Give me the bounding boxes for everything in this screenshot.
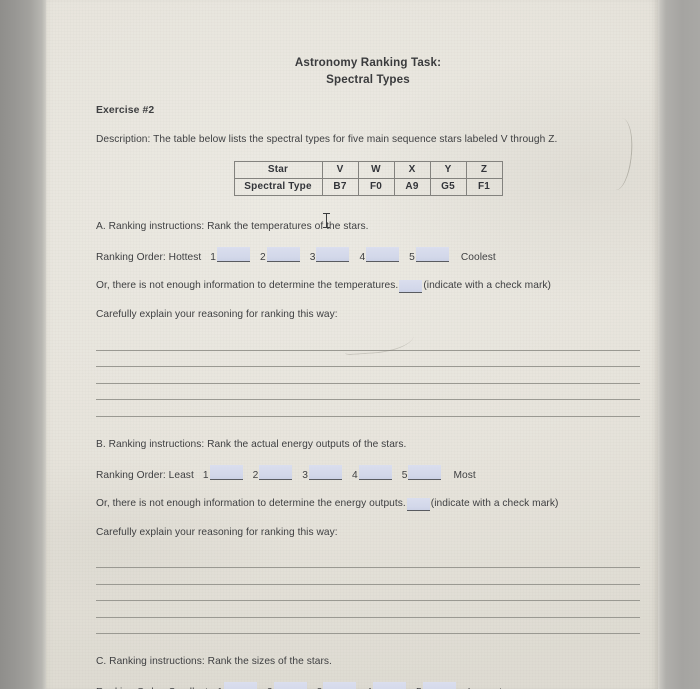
section-a-blank-5[interactable]	[415, 247, 449, 262]
cell-type-z: F1	[465, 178, 503, 196]
title-line-1: Astronomy Ranking Task:	[294, 56, 442, 69]
section-a: A. Ranking instructions: Rank the temper…	[96, 221, 640, 417]
section-b-blank-1[interactable]	[209, 464, 243, 480]
section-b-blank-2[interactable]	[259, 464, 293, 480]
answer-line[interactable]	[96, 351, 640, 367]
section-b-checkmark-blank[interactable]	[406, 497, 430, 511]
section-c: C. Ranking instructions: Rank the sizes …	[96, 656, 640, 689]
page-title: Astronomy Ranking Task: Spectral Types	[96, 0, 640, 88]
section-a-explain-prompt: Carefully explain your reasoning for ran…	[96, 309, 338, 320]
spectral-table-wrapper: Star V W X Y Z Spectral Type B7 F0 A9 G5…	[96, 161, 640, 196]
answer-line[interactable]	[96, 552, 640, 568]
section-c-blank-4[interactable]	[373, 682, 406, 689]
rank-number-5: 5	[401, 469, 408, 481]
section-a-checkmark-hint: (indicate with a check mark)	[423, 280, 551, 291]
section-b-notenough-text: Or, there is not enough information to d…	[96, 497, 406, 509]
exercise-label: Exercise #2	[96, 105, 155, 116]
answer-line[interactable]	[96, 601, 640, 618]
section-b-explain-prompt: Carefully explain your reasoning for ran…	[96, 526, 338, 538]
cell-star-w: W	[357, 161, 395, 179]
rank-number-3: 3	[302, 469, 308, 481]
section-b-blank-3[interactable]	[309, 464, 342, 480]
section-a-answer-lines[interactable]	[96, 334, 640, 417]
rank-number-5: 5	[409, 252, 415, 263]
worksheet-page: Astronomy Ranking Task: Spectral Types E…	[46, 0, 658, 689]
cell-type-w: F0	[357, 178, 395, 196]
row-header-star: Star	[233, 161, 323, 179]
section-c-blank-3[interactable]	[323, 682, 357, 689]
table-row: Star V W X Y Z	[233, 161, 503, 179]
cell-star-v: V	[321, 161, 359, 179]
section-b-blank-4[interactable]	[358, 464, 392, 480]
section-c-blank-1[interactable]	[223, 682, 257, 689]
section-b-answer-lines[interactable]	[96, 552, 640, 634]
table-row: Spectral Type B7 F0 A9 G5 F1	[233, 178, 503, 196]
section-a-blank-4[interactable]	[366, 247, 400, 262]
rank-number-2: 2	[260, 252, 266, 263]
section-a-rank-end: Coolest	[460, 252, 496, 263]
section-b-rank-end: Most	[453, 469, 476, 481]
section-c-blank-5[interactable]	[422, 682, 456, 689]
answer-line[interactable]	[96, 400, 640, 417]
answer-line[interactable]	[96, 334, 640, 351]
row-header-spectral-type: Spectral Type	[233, 178, 323, 196]
cell-type-y: G5	[429, 178, 467, 196]
answer-line[interactable]	[96, 585, 640, 601]
section-a-notenough-text: Or, there is not enough information to d…	[96, 280, 399, 291]
section-c-ranking-row: Ranking Order: Smallest 1 2 3 4 5 Larges…	[96, 682, 640, 689]
cell-star-y: Y	[429, 161, 467, 179]
answer-line[interactable]	[96, 568, 640, 585]
rank-number-4: 4	[352, 469, 358, 481]
section-a-blank-3[interactable]	[316, 247, 350, 262]
section-a-notenough-row: Or, there is not enough information to d…	[96, 279, 640, 293]
cell-star-z: Z	[465, 161, 503, 179]
rank-number-1: 1	[202, 469, 209, 481]
section-c-instructions: C. Ranking instructions: Rank the sizes …	[96, 656, 332, 667]
section-a-ranking-row: Ranking Order: Hottest 1 2 3 4 5 Coolest	[96, 247, 640, 263]
section-b-rank-lead: Ranking Order: Least	[96, 469, 194, 481]
section-c-blank-2[interactable]	[273, 682, 307, 689]
answer-line[interactable]	[96, 367, 640, 384]
rank-number-4: 4	[359, 252, 366, 263]
cell-type-x: A9	[393, 178, 431, 196]
section-a-instructions: A. Ranking instructions: Rank the temper…	[96, 221, 369, 232]
rank-number-3: 3	[309, 252, 316, 263]
cell-type-v: B7	[321, 178, 359, 196]
spectral-types-table: Star V W X Y Z Spectral Type B7 F0 A9 G5…	[233, 161, 503, 196]
section-b-ranking-row: Ranking Order: Least 1 2 3 4 5 Most	[96, 464, 640, 481]
description-text: Description: The table below lists the s…	[96, 134, 558, 145]
section-b: B. Ranking instructions: Rank the actual…	[96, 438, 640, 634]
rank-number-2: 2	[252, 469, 259, 481]
title-line-2: Spectral Types	[326, 72, 410, 86]
section-a-blank-1[interactable]	[217, 247, 251, 262]
section-a-checkmark-blank[interactable]	[399, 280, 423, 293]
section-b-checkmark-hint: (indicate with a check mark)	[430, 497, 559, 509]
section-b-notenough-row: Or, there is not enough information to d…	[96, 497, 640, 511]
section-b-blank-5[interactable]	[408, 464, 442, 480]
section-a-blank-2[interactable]	[266, 247, 300, 262]
rank-number-1: 1	[210, 252, 217, 263]
cell-star-x: X	[393, 161, 431, 179]
section-b-instructions: B. Ranking instructions: Rank the actual…	[96, 438, 407, 450]
answer-line[interactable]	[96, 384, 640, 400]
answer-line[interactable]	[96, 618, 640, 634]
section-a-rank-lead: Ranking Order: Hottest	[96, 252, 202, 263]
